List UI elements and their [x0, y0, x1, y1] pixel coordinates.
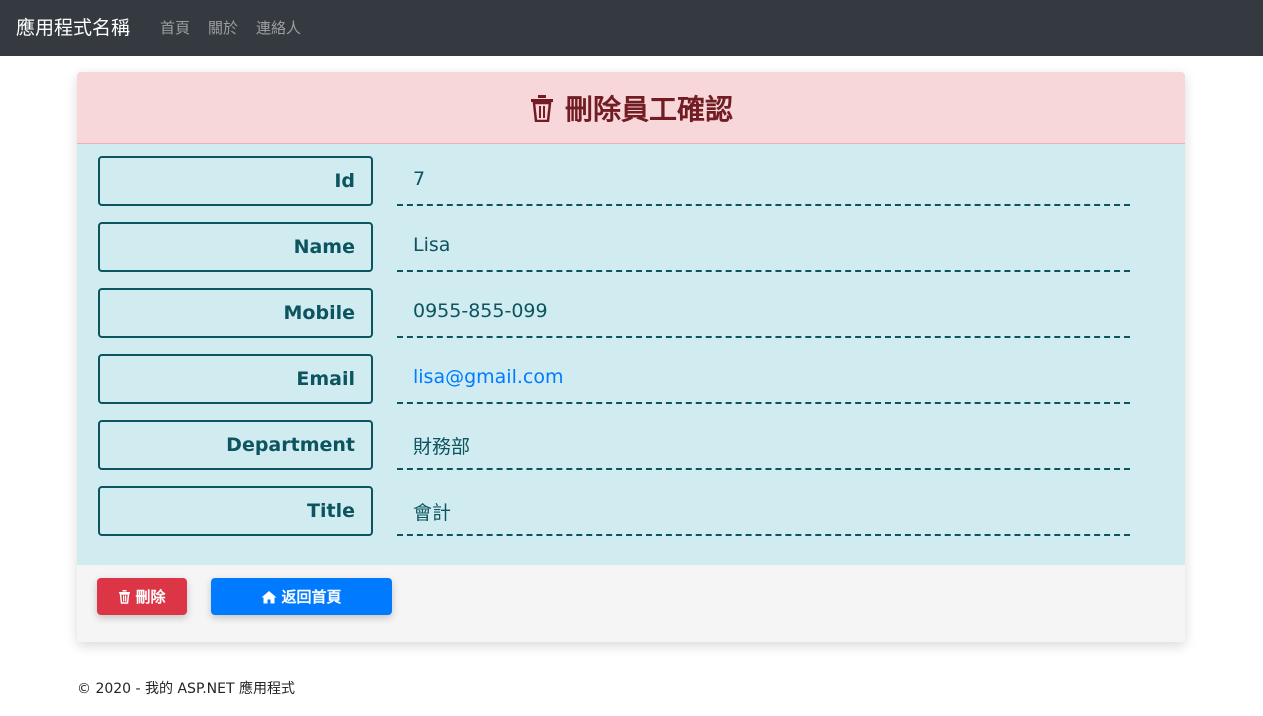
page-footer: © 2020 - 我的 ASP.NET 應用程式 — [77, 681, 295, 697]
nav-link-home[interactable]: 首頁 — [160, 17, 190, 39]
card-header: 刪除員工確認 — [77, 72, 1185, 144]
field-value-email-link[interactable]: lisa@gmail.com — [397, 354, 1130, 404]
field-row-id: Id 7 — [77, 144, 1185, 210]
home-button-label: 返回首頁 — [281, 589, 342, 606]
field-value-mobile: 0955-855-099 — [397, 288, 1130, 338]
navbar-brand[interactable]: 應用程式名稱 — [16, 14, 130, 42]
card-title-text: 刪除員工確認 — [564, 92, 733, 126]
navbar: 應用程式名稱 首頁 關於 連絡人 — [0, 0, 1263, 56]
delete-button[interactable]: 刪除 — [97, 578, 187, 615]
field-label-title: Title — [98, 486, 373, 536]
field-row-email: Email lisa@gmail.com — [77, 342, 1185, 408]
field-row-name: Name Lisa — [77, 210, 1185, 276]
field-row-department: Department 財務部 — [77, 408, 1185, 474]
field-row-title: Title 會計 — [77, 474, 1185, 540]
delete-button-label: 刪除 — [135, 589, 166, 606]
card-footer: 刪除 返回首頁 — [77, 565, 1185, 642]
nav-link-about[interactable]: 關於 — [208, 17, 238, 39]
trash-icon — [118, 589, 131, 604]
card-body: Id 7 Name Lisa Mobile 0955-855-099 Email… — [77, 144, 1185, 565]
field-label-name: Name — [98, 222, 373, 272]
field-label-email: Email — [98, 354, 373, 404]
field-label-department: Department — [98, 420, 373, 470]
field-value-title: 會計 — [397, 486, 1130, 536]
field-value-department: 財務部 — [397, 420, 1130, 470]
field-row-mobile: Mobile 0955-855-099 — [77, 276, 1185, 342]
card-title: 刪除員工確認 — [529, 88, 733, 128]
home-icon — [261, 590, 277, 604]
field-value-id: 7 — [397, 156, 1130, 206]
nav-link-contact[interactable]: 連絡人 — [256, 17, 301, 39]
field-label-mobile: Mobile — [98, 288, 373, 338]
field-value-name: Lisa — [397, 222, 1130, 272]
delete-confirm-card: 刪除員工確認 Id 7 Name Lisa Mobile 0955-855-09… — [77, 72, 1185, 642]
home-button[interactable]: 返回首頁 — [211, 578, 392, 615]
trash-icon — [529, 94, 555, 122]
field-label-id: Id — [98, 156, 373, 206]
